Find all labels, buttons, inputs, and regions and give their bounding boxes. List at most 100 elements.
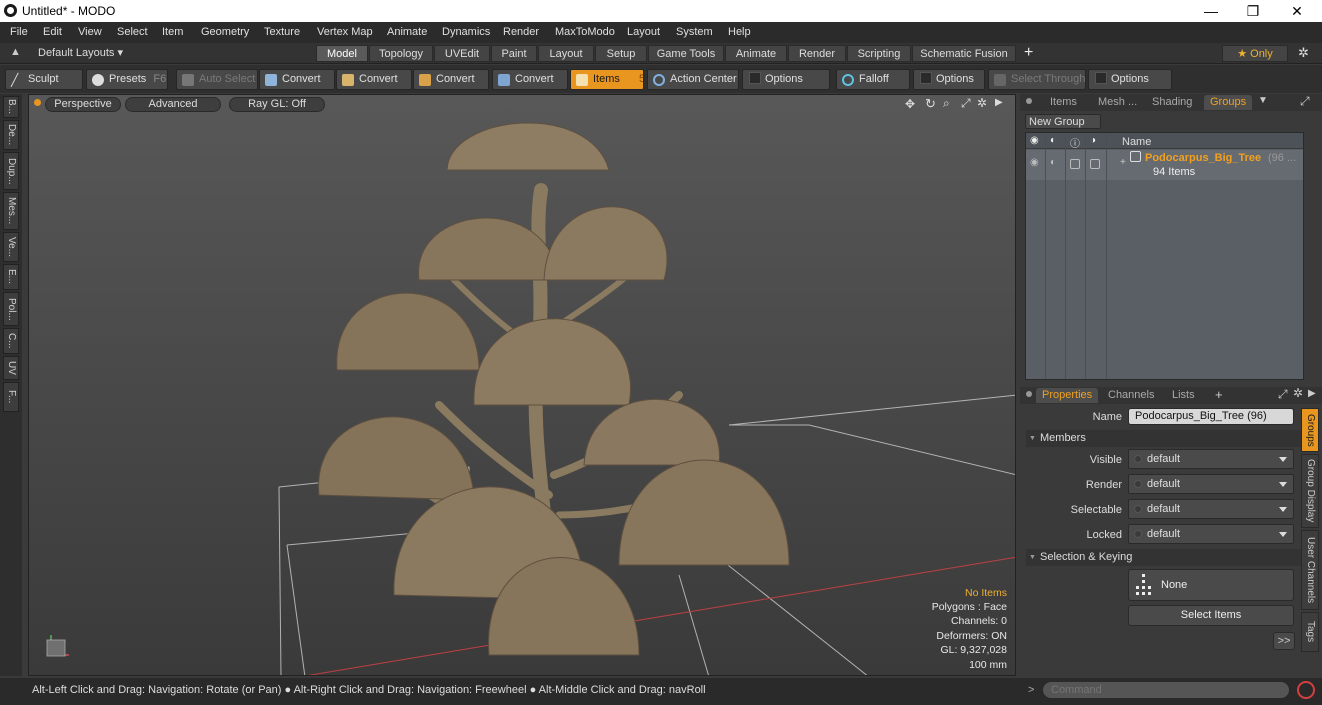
tabs-dropdown-icon[interactable]: ▼ bbox=[1258, 95, 1268, 106]
sculpt-button[interactable]: ╱ Sculpt bbox=[5, 69, 83, 90]
auto-select-button[interactable]: Auto Select bbox=[176, 69, 258, 90]
options-checkbox-2[interactable] bbox=[920, 72, 932, 84]
tab-shading[interactable]: Shading bbox=[1146, 95, 1198, 110]
close-button[interactable]: ✕ bbox=[1274, 0, 1320, 22]
tab-render[interactable]: Render bbox=[788, 45, 846, 62]
side-tab-group-display[interactable]: Group Display bbox=[1301, 454, 1319, 528]
convert-vertices-button[interactable]: Convert bbox=[259, 69, 335, 90]
tab-model[interactable]: Model bbox=[316, 45, 368, 62]
tab-scripting[interactable]: Scripting bbox=[847, 45, 911, 62]
convert-materials-button[interactable]: Convert bbox=[492, 69, 568, 90]
tab-lists[interactable]: Lists bbox=[1166, 388, 1201, 403]
menu-vertex-map[interactable]: Vertex Map bbox=[317, 26, 373, 38]
tab-properties[interactable]: Properties bbox=[1036, 388, 1099, 403]
tab-game-tools[interactable]: Game Tools bbox=[648, 45, 724, 62]
menu-dynamics[interactable]: Dynamics bbox=[442, 26, 490, 38]
gear-icon[interactable]: ✲ bbox=[1298, 45, 1309, 61]
tab-layout[interactable]: Layout bbox=[538, 45, 594, 62]
menu-layout[interactable]: Layout bbox=[627, 26, 660, 38]
members-section[interactable]: Members bbox=[1026, 430, 1316, 447]
convert-edges-button[interactable]: Convert bbox=[336, 69, 412, 90]
properties-menu-dot[interactable] bbox=[1026, 391, 1032, 397]
select-items-button[interactable]: Select Items bbox=[1128, 605, 1294, 626]
side-tab-user-channels[interactable]: User Channels bbox=[1301, 530, 1319, 610]
default-layouts-dropdown[interactable]: Default Layouts ▾ bbox=[38, 46, 123, 59]
menu-geometry[interactable]: Geometry bbox=[201, 26, 249, 38]
options-button-1[interactable]: Options bbox=[742, 69, 830, 90]
properties-more-icon[interactable]: ▶ bbox=[1308, 388, 1316, 399]
tab-items[interactable]: Items bbox=[1044, 95, 1083, 110]
options-checkbox-1[interactable] bbox=[749, 72, 761, 84]
left-tab-vertex[interactable]: Ve... bbox=[3, 232, 19, 262]
left-tab-duplicate[interactable]: Dup... bbox=[3, 152, 19, 190]
minimize-button[interactable]: — bbox=[1188, 0, 1234, 22]
left-tab-uv[interactable]: UV bbox=[3, 356, 19, 380]
menu-maxtomodo[interactable]: MaxToModo bbox=[555, 26, 615, 38]
items-mode-button[interactable]: Items 5 bbox=[570, 69, 644, 90]
menu-texture[interactable]: Texture bbox=[264, 26, 300, 38]
menu-select[interactable]: Select bbox=[117, 26, 148, 38]
locked-dropdown[interactable]: default bbox=[1128, 524, 1294, 544]
lock-icon[interactable]: ⓘ bbox=[1070, 135, 1080, 150]
side-tab-tags[interactable]: Tags bbox=[1301, 612, 1319, 652]
tab-channels[interactable]: Channels bbox=[1102, 388, 1160, 403]
select-icon[interactable]: ◑ bbox=[1090, 135, 1096, 146]
new-group-button[interactable]: New Group bbox=[1025, 114, 1101, 129]
properties-gear-icon[interactable]: ✲ bbox=[1293, 386, 1303, 400]
add-layout-button[interactable]: + bbox=[1024, 44, 1033, 62]
left-tab-edge[interactable]: E... bbox=[3, 264, 19, 290]
left-tab-basic[interactable]: B... bbox=[3, 96, 19, 118]
menu-file[interactable]: File bbox=[10, 26, 28, 38]
menu-help[interactable]: Help bbox=[728, 26, 751, 38]
action-center-button[interactable]: Action Center bbox=[647, 69, 739, 90]
visible-dropdown[interactable]: default bbox=[1128, 449, 1294, 469]
tab-groups[interactable]: Groups bbox=[1204, 95, 1253, 110]
selection-set-button[interactable]: None bbox=[1128, 569, 1294, 601]
options-checkbox-3[interactable] bbox=[1095, 72, 1107, 84]
expand-properties-icon[interactable]: ⤢ bbox=[1278, 387, 1288, 402]
menu-edit[interactable]: Edit bbox=[43, 26, 62, 38]
tab-mesh[interactable]: Mesh ... bbox=[1092, 95, 1143, 110]
only-toggle[interactable]: ★ Only bbox=[1222, 45, 1288, 62]
tab-animate[interactable]: Animate bbox=[725, 45, 787, 62]
tab-setup[interactable]: Setup bbox=[595, 45, 647, 62]
left-tab-fusion[interactable]: F... bbox=[3, 382, 19, 412]
presets-button[interactable]: Presets F6 bbox=[86, 69, 168, 90]
tab-uvedit[interactable]: UVEdit bbox=[434, 45, 490, 62]
selectable-dropdown[interactable]: default bbox=[1128, 499, 1294, 519]
command-input[interactable] bbox=[1042, 681, 1290, 699]
row-select-checkbox[interactable] bbox=[1090, 159, 1100, 169]
left-tab-curve[interactable]: C... bbox=[3, 328, 19, 354]
left-tab-deform[interactable]: De... bbox=[3, 120, 19, 150]
visibility-eye-icon[interactable]: ◉ bbox=[1030, 135, 1039, 146]
convert-polygons-button[interactable]: Convert bbox=[413, 69, 489, 90]
render-dropdown[interactable]: default bbox=[1128, 474, 1294, 494]
expand-panel-icon[interactable]: ⤢ bbox=[1300, 94, 1310, 109]
panel-menu-dot[interactable] bbox=[1026, 98, 1032, 104]
tab-schematic-fusion[interactable]: Schematic Fusion bbox=[912, 45, 1016, 62]
row-lock-checkbox[interactable] bbox=[1070, 159, 1080, 169]
tab-paint[interactable]: Paint bbox=[491, 45, 537, 62]
render-icon[interactable]: ◐ bbox=[1050, 135, 1056, 146]
maximize-button[interactable]: ❐ bbox=[1230, 0, 1276, 22]
menu-render[interactable]: Render bbox=[503, 26, 539, 38]
selection-keying-section[interactable]: Selection & Keying bbox=[1026, 549, 1316, 566]
options-button-3[interactable]: Options bbox=[1088, 69, 1172, 90]
menu-view[interactable]: View bbox=[78, 26, 102, 38]
row-visibility-icon[interactable]: ◉ bbox=[1030, 157, 1039, 168]
left-tab-polygon[interactable]: Pol... bbox=[3, 292, 19, 326]
menu-animate[interactable]: Animate bbox=[387, 26, 427, 38]
menu-item[interactable]: Item bbox=[162, 26, 183, 38]
group-list-scrollbar[interactable] bbox=[1306, 132, 1318, 380]
3d-viewport[interactable]: Perspective Advanced Ray GL: Off ✥ ↻ ⌕ ⤢… bbox=[28, 94, 1016, 676]
more-button[interactable]: >> bbox=[1273, 632, 1295, 650]
options-button-2[interactable]: Options bbox=[913, 69, 985, 90]
falloff-button[interactable]: Falloff bbox=[836, 69, 910, 90]
record-icon[interactable] bbox=[1297, 681, 1315, 699]
left-tab-mesh[interactable]: Mes... bbox=[3, 192, 19, 230]
expand-group-icon[interactable]: + bbox=[1120, 157, 1126, 168]
row-render-icon[interactable]: ◐ bbox=[1050, 157, 1056, 168]
name-field[interactable]: Podocarpus_Big_Tree (96) bbox=[1128, 408, 1294, 425]
collapse-icon[interactable]: ▲ bbox=[10, 46, 21, 58]
menu-system[interactable]: System bbox=[676, 26, 713, 38]
